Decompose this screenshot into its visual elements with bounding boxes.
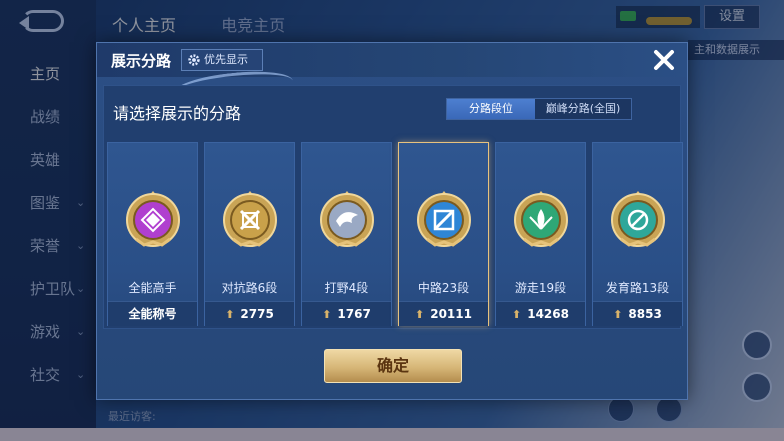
toggle-peak-lane[interactable]: 巅峰分路(全国) [535, 99, 631, 119]
rank-arrow-icon: ⬆ [322, 308, 332, 321]
lane-card-footer: ⬆ 20111 [399, 301, 488, 326]
lane-card-score: 2775 [240, 307, 274, 321]
lane-select-panel: 请选择展示的分路 分路段位 巅峰分路(全国) 全能高手 全能称号 对抗路6段 ⬆ 277… [103, 85, 683, 329]
lane-display-dialog: 展示分路 优先显示 请选择展示的分路 分路段位 巅峰分路(全国) 全能高手全能称… [96, 42, 688, 400]
lane-card-label: 中路23段 [417, 281, 470, 295]
jungle-dragon-icon [316, 189, 378, 251]
rank-arrow-icon: ⬆ [225, 308, 235, 321]
dialog-title: 展示分路 [111, 52, 172, 70]
lane-card-label: 对抗路6段 [221, 281, 278, 295]
lane-card-score: 14268 [527, 307, 569, 321]
lane-card[interactable]: 打野4段 ⬆ 1767 [301, 142, 392, 326]
lane-card-footer: ⬆ 2775 [205, 301, 294, 326]
gear-icon [188, 54, 200, 66]
crossed-swords-icon [219, 189, 281, 251]
toggle-lane-rank[interactable]: 分路段位 [447, 99, 535, 119]
lane-card[interactable]: 中路23段 ⬆ 20111 [398, 142, 489, 326]
priority-display-label: 优先显示 [204, 53, 248, 66]
dialog-header: 展示分路 优先显示 [97, 43, 687, 77]
lane-card-score: 1767 [337, 307, 371, 321]
lane-card[interactable]: 游走19段 ⬆ 14268 [495, 142, 586, 326]
rank-arrow-icon: ⬆ [613, 308, 623, 321]
close-icon[interactable] [649, 45, 679, 75]
lane-card-label: 打野4段 [324, 281, 369, 295]
marksman-icon [607, 189, 669, 251]
lane-card-footer: ⬆ 8853 [593, 301, 682, 326]
lane-cards: 全能高手 全能称号 对抗路6段 ⬆ 2775 打野4段 ⬆ 1767 中路23段 ⬆ 20111 游走… [107, 142, 683, 328]
lane-card[interactable]: 发育路13段 ⬆ 8853 [592, 142, 683, 326]
lane-card-label: 全能高手 [128, 281, 177, 295]
lane-mode-toggle: 分路段位 巅峰分路(全国) [446, 98, 632, 120]
lane-card-score: 20111 [430, 307, 472, 321]
support-icon [510, 189, 572, 251]
mid-lane-icon [413, 189, 475, 251]
all-round-icon [122, 189, 184, 251]
lane-card[interactable]: 全能高手 全能称号 [107, 142, 198, 326]
lane-card[interactable]: 对抗路6段 ⬆ 2775 [204, 142, 295, 326]
panel-heading: 请选择展示的分路 [113, 104, 242, 123]
lane-card-footer: 全能称号 [108, 301, 197, 326]
priority-display-button[interactable]: 优先显示 [181, 49, 263, 71]
lane-card-label: 发育路13段 [605, 281, 670, 295]
confirm-button[interactable]: 确定 [324, 349, 462, 383]
lane-card-footer: ⬆ 1767 [302, 301, 391, 326]
rank-arrow-icon: ⬆ [415, 308, 425, 321]
lane-card-score: 8853 [628, 307, 662, 321]
rank-arrow-icon: ⬆ [512, 308, 522, 321]
lane-card-footer: ⬆ 14268 [496, 301, 585, 326]
lane-card-score: 全能称号 [128, 307, 177, 321]
lane-card-label: 游走19段 [514, 281, 567, 295]
